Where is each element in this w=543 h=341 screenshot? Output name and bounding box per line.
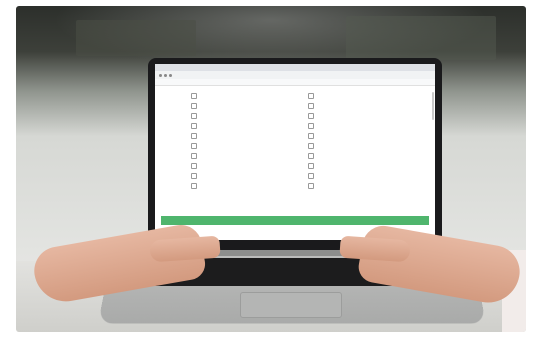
survey-option[interactable] (191, 133, 304, 139)
checkbox[interactable] (308, 183, 314, 189)
survey-option[interactable] (191, 93, 304, 99)
checkbox[interactable] (308, 133, 314, 139)
survey-option[interactable] (308, 183, 421, 189)
back-icon[interactable] (159, 73, 162, 77)
survey-option[interactable] (191, 153, 304, 159)
checkbox[interactable] (191, 93, 197, 99)
checkbox[interactable] (191, 163, 197, 169)
checkbox[interactable] (191, 123, 197, 129)
survey-option[interactable] (308, 123, 421, 129)
survey-option[interactable] (308, 153, 421, 159)
survey-option[interactable] (308, 93, 421, 99)
survey-option[interactable] (191, 103, 304, 109)
background-window (76, 20, 196, 56)
survey-option[interactable] (308, 173, 421, 179)
survey-options (155, 91, 435, 189)
checkbox[interactable] (191, 103, 197, 109)
checkbox[interactable] (308, 103, 314, 109)
checkbox[interactable] (308, 173, 314, 179)
checkbox[interactable] (191, 133, 197, 139)
checkbox[interactable] (308, 123, 314, 129)
survey-option[interactable] (308, 163, 421, 169)
forward-icon[interactable] (164, 73, 167, 77)
bookmarks-bar (155, 79, 435, 86)
laptop-screen (155, 64, 435, 240)
survey-option[interactable] (308, 133, 421, 139)
checkbox[interactable] (308, 113, 314, 119)
checkbox[interactable] (308, 93, 314, 99)
survey-option[interactable] (191, 143, 304, 149)
browser-tab-bar (155, 64, 435, 71)
background-window (346, 16, 496, 60)
reload-icon[interactable] (169, 73, 172, 77)
checkbox[interactable] (191, 153, 197, 159)
submit-button[interactable] (161, 216, 429, 225)
survey-option[interactable] (191, 163, 304, 169)
survey-option[interactable] (191, 123, 304, 129)
survey-option[interactable] (308, 113, 421, 119)
checkbox[interactable] (308, 163, 314, 169)
checkbox[interactable] (191, 143, 197, 149)
checkbox[interactable] (308, 153, 314, 159)
checkbox[interactable] (191, 173, 197, 179)
survey-option[interactable] (191, 113, 304, 119)
trackpad (240, 292, 342, 318)
checkbox[interactable] (191, 183, 197, 189)
survey-option[interactable] (191, 173, 304, 179)
survey-option[interactable] (191, 183, 304, 189)
survey-option[interactable] (308, 103, 421, 109)
survey-option[interactable] (308, 143, 421, 149)
checkbox[interactable] (308, 143, 314, 149)
photo-frame (0, 0, 543, 341)
checkbox[interactable] (191, 113, 197, 119)
scrollbar[interactable] (432, 92, 434, 120)
browser-address-bar[interactable] (155, 71, 435, 79)
